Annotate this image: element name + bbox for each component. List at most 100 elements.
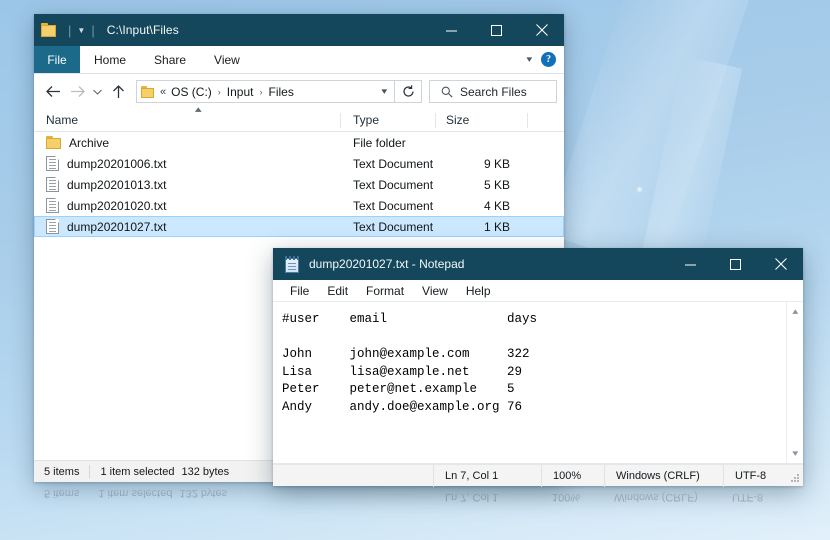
- file-name-label: dump20201020.txt: [67, 198, 167, 213]
- notepad-scrollbar[interactable]: ▴ ▾: [786, 302, 803, 463]
- table-row[interactable]: dump20201013.txt Text Document 5 KB: [34, 174, 564, 195]
- address-bar[interactable]: « OS (C:) › Input › Files ▾: [136, 80, 395, 103]
- breadcrumb-item-input[interactable]: Input: [225, 85, 256, 99]
- reflection-selection: 1 item selected: [98, 487, 173, 499]
- explorer-status-reflection: 5 items 1 item selected 132 bytes: [34, 482, 273, 504]
- file-type-cell: Text Document: [353, 156, 434, 171]
- file-type-cell: Text Document: [353, 219, 434, 234]
- column-label-name: Name: [46, 113, 79, 127]
- file-size-cell: 9 KB: [436, 157, 528, 171]
- file-name-cell: dump20201027.txt: [46, 219, 341, 234]
- notepad-icon: [284, 255, 300, 273]
- explorer-title-bar[interactable]: | ▼ | C:\Input\Files: [34, 14, 564, 46]
- file-name-label: dump20201027.txt: [67, 219, 167, 234]
- table-row[interactable]: dump20201020.txt Text Document 4 KB: [34, 195, 564, 216]
- file-type-cell: Text Document: [353, 177, 434, 192]
- file-size-label: 1 KB: [483, 219, 510, 234]
- help-icon[interactable]: ?: [541, 52, 556, 67]
- chevron-right-icon-2[interactable]: ›: [256, 87, 267, 97]
- notepad-menu-bar[interactable]: File Edit Format View Help: [273, 280, 803, 302]
- minimize-icon[interactable]: [668, 248, 713, 280]
- recent-locations-button[interactable]: [89, 80, 106, 104]
- tab-file[interactable]: File: [34, 46, 80, 73]
- column-label-type: Type: [353, 113, 380, 127]
- breadcrumb-item-os[interactable]: OS (C:): [169, 85, 214, 99]
- status-cursor-position: Ln 7, Col 1: [445, 469, 499, 482]
- tab-view[interactable]: View: [200, 46, 254, 73]
- chevron-down-icon[interactable]: ▾: [792, 448, 798, 459]
- file-size-label: 5 KB: [483, 177, 510, 192]
- maximize-icon[interactable]: [713, 248, 758, 280]
- notepad-editor-area[interactable]: #user email days John john@example.com 3…: [273, 302, 803, 464]
- navigation-bar[interactable]: « OS (C:) › Input › Files ▾ Search Files: [34, 74, 564, 109]
- status-selection: 1 item selected: [100, 465, 175, 478]
- notepad-window[interactable]: dump20201027.txt - Notepad File Edit For…: [273, 248, 803, 487]
- chevron-up-icon[interactable]: ▴: [792, 306, 798, 317]
- folder-icon: [41, 23, 57, 37]
- chevron-up-icon[interactable]: ▾: [527, 54, 533, 65]
- status-item-count: 5 items: [44, 465, 80, 478]
- file-name-label: dump20201013.txt: [67, 177, 167, 192]
- chevron-right-icon[interactable]: ›: [214, 87, 225, 97]
- search-placeholder: Search Files: [460, 84, 527, 99]
- chevron-down-icon[interactable]: ▼: [76, 26, 86, 35]
- text-document-icon: [46, 198, 59, 213]
- table-row-selected[interactable]: dump20201027.txt Text Document 1 KB: [34, 216, 564, 237]
- refresh-button[interactable]: [395, 80, 422, 103]
- text-document-icon: [46, 156, 59, 171]
- file-name-cell: Archive: [46, 136, 341, 150]
- reflection-content: 5 items 1 item selected 132 bytes: [34, 482, 273, 504]
- search-icon: [441, 86, 453, 98]
- notepad-title-bar[interactable]: dump20201027.txt - Notepad: [273, 248, 803, 280]
- table-row[interactable]: dump20201006.txt Text Document 9 KB: [34, 153, 564, 174]
- table-row[interactable]: Archive File folder: [34, 132, 564, 153]
- menu-help[interactable]: Help: [457, 284, 500, 298]
- qat-separator-2: |: [91, 22, 95, 38]
- reflection-line-ending: Windows (CRLF): [614, 491, 698, 503]
- desktop-background: | ▼ | C:\Input\Files File Home Share Vie…: [0, 0, 830, 540]
- close-icon[interactable]: [758, 248, 803, 280]
- menu-edit[interactable]: Edit: [318, 284, 357, 298]
- menu-file[interactable]: File: [281, 284, 318, 298]
- notepad-status-bar: Ln 7, Col 1 100% Windows (CRLF) UTF-8: [273, 464, 803, 487]
- back-button[interactable]: [41, 80, 65, 104]
- minimize-icon[interactable]: [429, 14, 474, 46]
- file-name-cell: dump20201020.txt: [46, 198, 341, 213]
- file-type-cell: File folder: [353, 135, 406, 150]
- ribbon-tab-strip[interactable]: File Home Share View ▾ ?: [34, 46, 564, 74]
- column-header-name[interactable]: Name ▴: [46, 104, 341, 132]
- desktop-light-streak: [546, 0, 754, 272]
- tab-share[interactable]: Share: [140, 46, 200, 73]
- reflection-encoding: UTF-8: [732, 491, 764, 503]
- column-header-row[interactable]: Name ▴ Type Size: [34, 104, 564, 132]
- status-line-ending: Windows (CRLF): [616, 469, 700, 482]
- breadcrumb-item-files[interactable]: Files: [267, 85, 296, 99]
- resize-grip-icon[interactable]: [790, 473, 800, 483]
- menu-format[interactable]: Format: [357, 284, 413, 298]
- tab-home[interactable]: Home: [80, 46, 140, 73]
- status-selection-size: 132 bytes: [181, 465, 230, 478]
- maximize-icon[interactable]: [474, 14, 519, 46]
- file-name-label: dump20201006.txt: [67, 156, 167, 171]
- column-header-size[interactable]: Size: [436, 109, 528, 132]
- notepad-text-content[interactable]: #user email days John john@example.com 3…: [273, 302, 786, 463]
- search-input[interactable]: Search Files: [429, 80, 557, 103]
- menu-view[interactable]: View: [413, 284, 457, 298]
- reflection-item-count: 5 items: [44, 487, 80, 499]
- text-document-icon: [46, 177, 59, 192]
- forward-button[interactable]: [65, 80, 89, 104]
- address-folder-icon: [141, 85, 155, 98]
- up-button[interactable]: [106, 80, 130, 104]
- file-name-label: Archive: [69, 135, 110, 150]
- address-dropdown-icon[interactable]: ▾: [373, 86, 397, 97]
- file-size-cell: 5 KB: [436, 178, 528, 192]
- file-name-cell: dump20201006.txt: [46, 156, 341, 171]
- reflection-zoom: 100%: [552, 491, 581, 503]
- breadcrumb[interactable]: « OS (C:) › Input › Files: [160, 85, 296, 99]
- column-header-type[interactable]: Type: [341, 109, 436, 132]
- breadcrumb-overflow[interactable]: «: [160, 86, 169, 98]
- text-document-icon: [46, 219, 59, 234]
- file-size-label: 4 KB: [483, 198, 510, 213]
- close-icon[interactable]: [519, 14, 564, 46]
- qat-separator: |: [68, 22, 72, 38]
